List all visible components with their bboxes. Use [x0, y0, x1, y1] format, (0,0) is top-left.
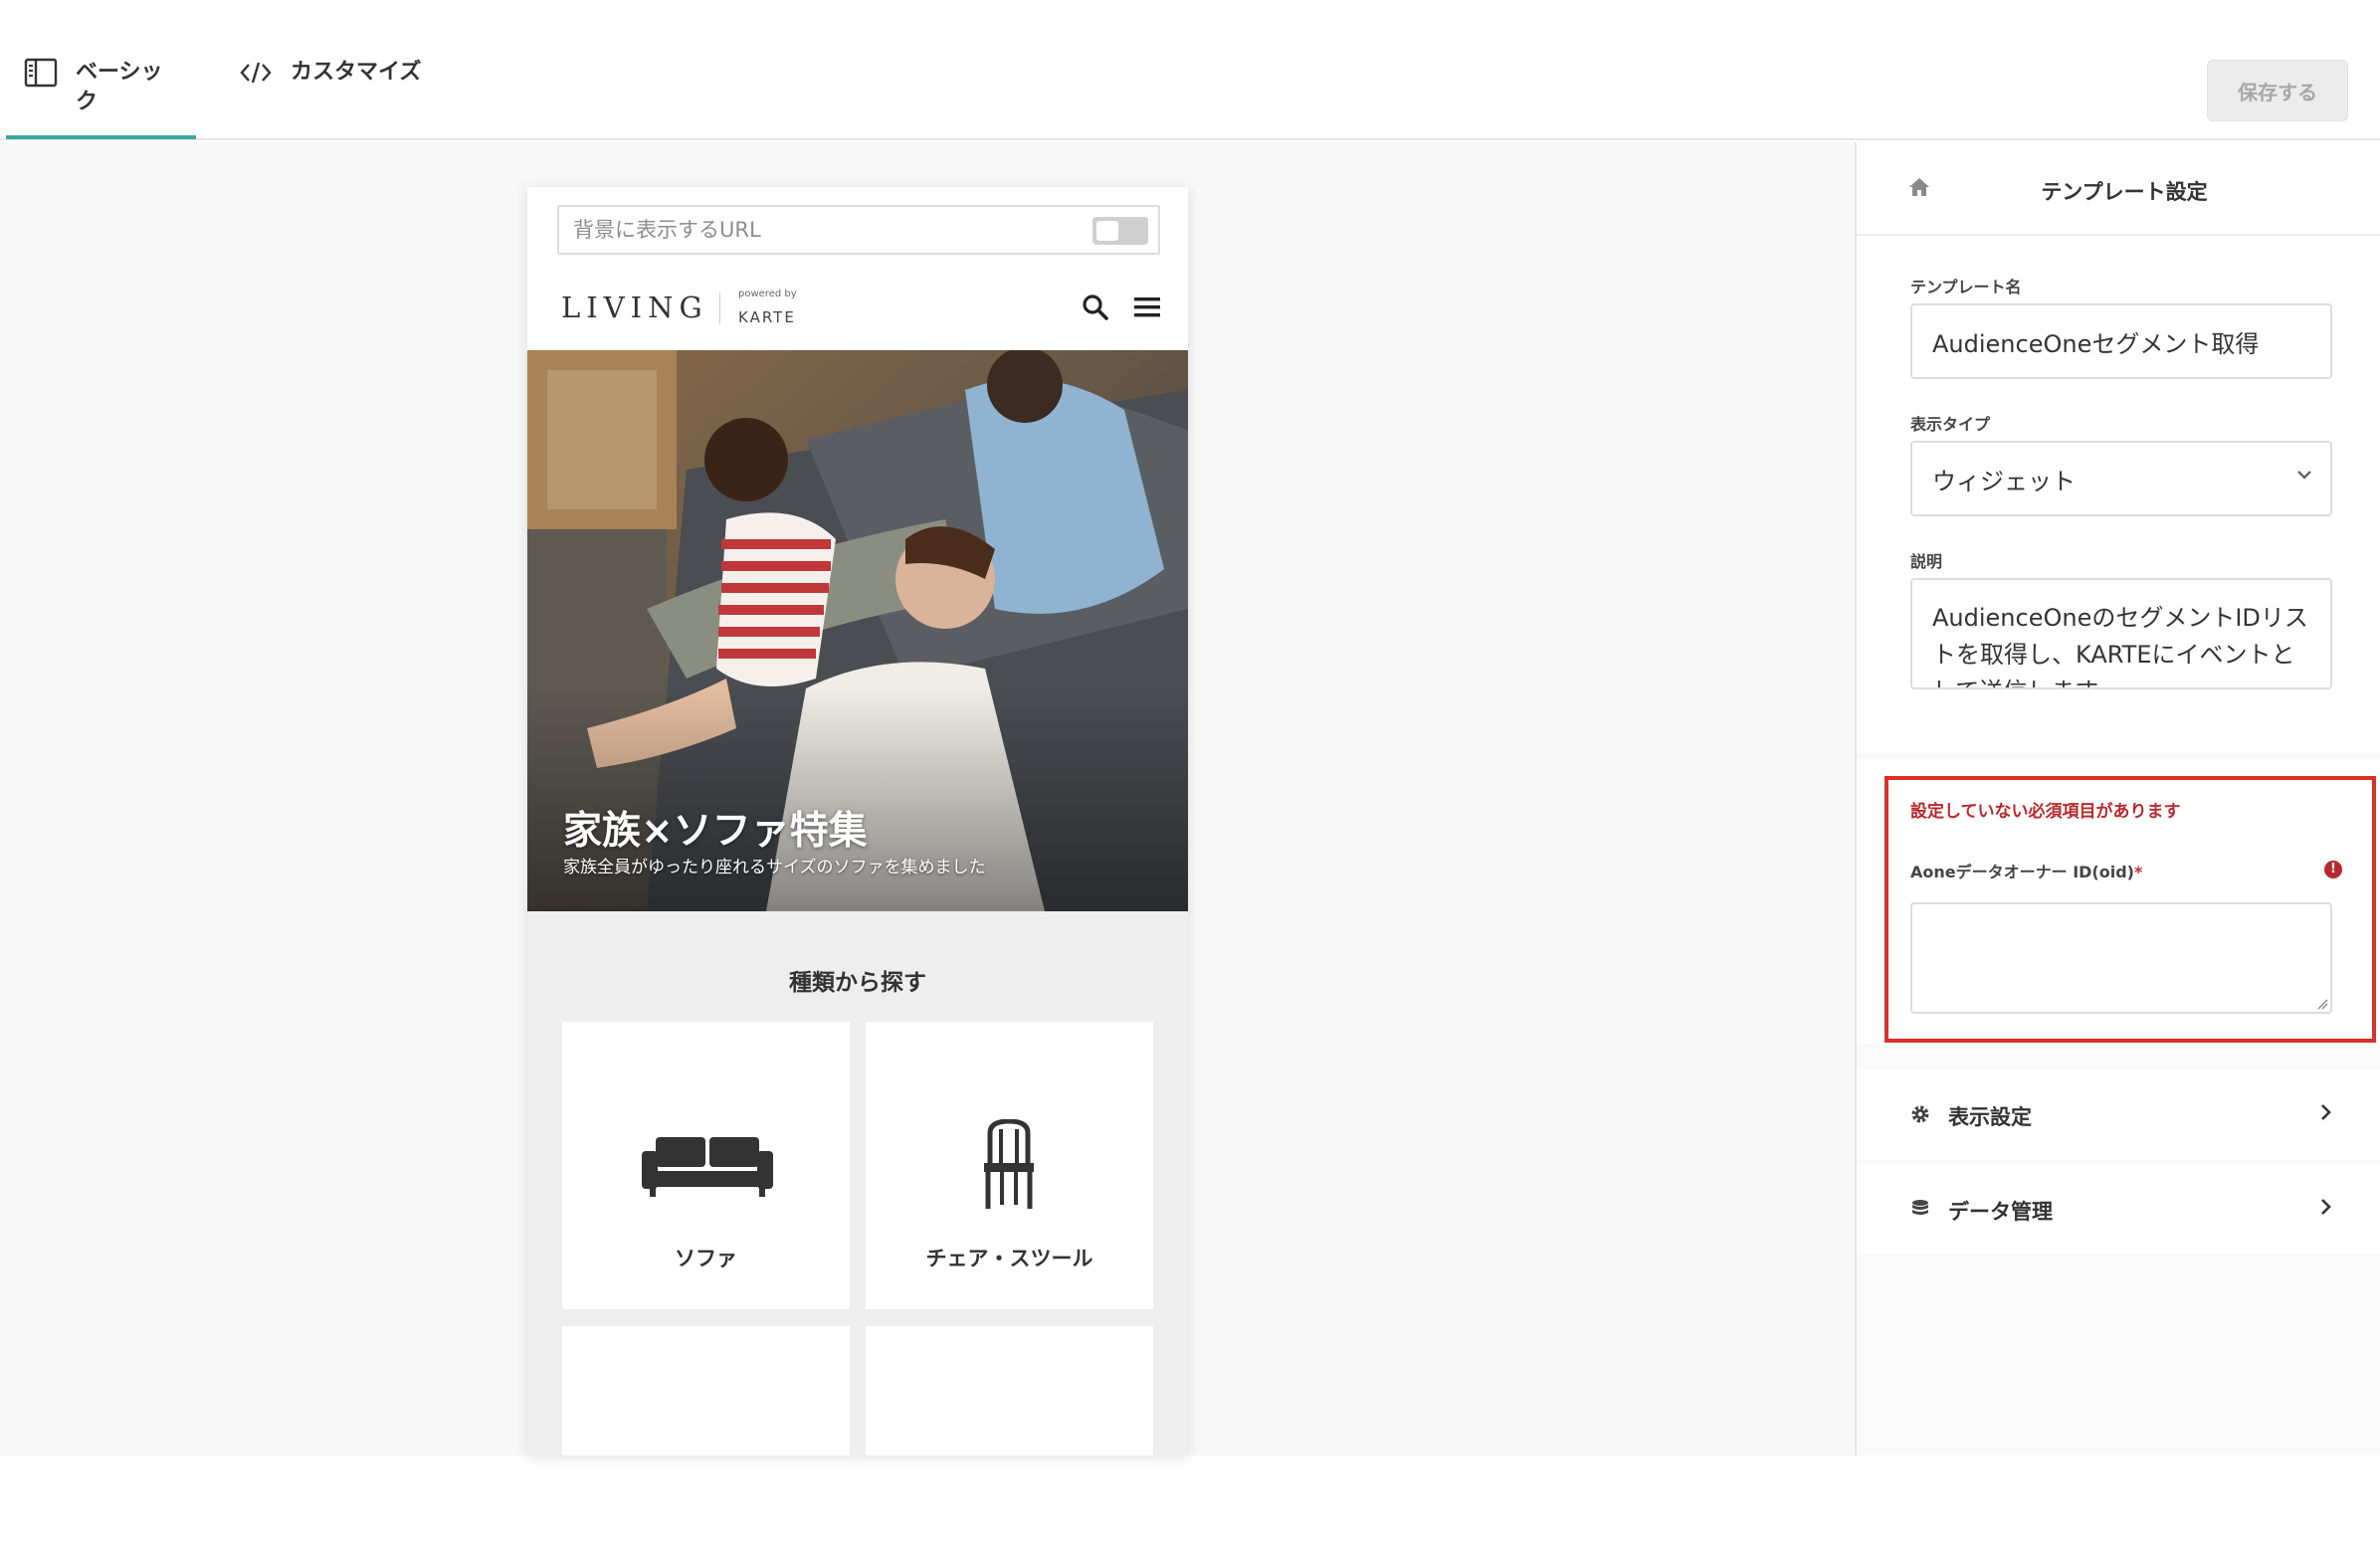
logo-divider — [719, 292, 720, 324]
chevron-right-icon — [2321, 1199, 2331, 1215]
mobile-preview: LIVING powered by KARTE — [527, 187, 1188, 1455]
error-icon: ! — [2324, 861, 2342, 878]
background-url-input[interactable] — [559, 207, 1077, 253]
template-name-input[interactable] — [1912, 305, 2330, 377]
background-url-toggle[interactable] — [1092, 217, 1148, 245]
category-card[interactable] — [562, 1326, 850, 1455]
tab-basic-label: ベーシック — [76, 60, 163, 114]
karte-brand: KARTE — [738, 308, 796, 326]
background-url-bar — [557, 205, 1160, 255]
gear-icon — [1911, 1105, 1929, 1123]
category-card[interactable] — [866, 1326, 1153, 1455]
chevron-right-icon — [2321, 1104, 2331, 1120]
preview-canvas: LIVING powered by KARTE — [0, 142, 1855, 1455]
save-button[interactable]: 保存する — [2207, 60, 2348, 121]
display-settings-label: 表示設定 — [1948, 1105, 2032, 1129]
search-icon[interactable] — [1081, 292, 1110, 322]
description-label: 説明 — [1910, 552, 1943, 571]
tab-basic[interactable]: ベーシック — [6, 58, 196, 139]
panel-title: テンプレート設定 — [2041, 180, 2208, 204]
required-asterisk: * — [2133, 863, 2143, 881]
hero-banner[interactable]: 家族×ソファ特集 家族全員がゆったり座れるサイズのソファを集めました — [527, 350, 1188, 911]
database-icon — [1912, 1200, 1928, 1215]
hero-title: 家族×ソファ特集 — [563, 809, 868, 854]
display-type-value: ウィジェット — [1932, 467, 2076, 495]
category-label: チェア・スツール — [925, 1247, 1093, 1270]
template-name-field — [1910, 303, 2332, 379]
site-header: LIVING powered by KARTE — [527, 271, 1188, 350]
template-settings-panel: テンプレート設定 テンプレート名 表示タイプ ウィジェット 説明 Audienc… — [1855, 142, 2380, 1455]
required-warning-message: 設定していない必須項目があります — [1910, 802, 2181, 822]
sofa-icon — [642, 1137, 773, 1197]
aone-oid-label: Aoneデータオーナー ID(oid)* — [1910, 859, 2142, 882]
chevron-down-icon — [2297, 471, 2311, 480]
code-brackets-icon — [239, 58, 273, 88]
aone-oid-label-text: Aoneデータオーナー ID(oid) — [1910, 863, 2134, 881]
category-label: ソファ — [675, 1247, 737, 1270]
category-card-sofa[interactable]: ソファ — [562, 1022, 850, 1309]
template-name-label: テンプレート名 — [1910, 278, 2022, 296]
resize-grip-icon[interactable] — [2316, 998, 2328, 1010]
chair-icon — [984, 1119, 1034, 1209]
category-card-chair[interactable]: チェア・スツール — [866, 1022, 1153, 1309]
hamburger-menu-icon[interactable] — [1132, 292, 1162, 322]
display-type-select[interactable]: ウィジェット — [1910, 441, 2332, 516]
display-settings-accordion[interactable]: 表示設定 — [1857, 1069, 2380, 1159]
data-management-label: データ管理 — [1948, 1200, 2053, 1224]
top-toolbar: ベーシック カスタマイズ 保存する — [0, 0, 2380, 140]
browse-section: 種類から探す ソファ チェア・スツール — [527, 911, 1188, 1455]
basic-settings-section: テンプレート名 表示タイプ ウィジェット 説明 AudienceOneのセグメン… — [1857, 236, 2380, 753]
description-field[interactable]: AudienceOneのセグメントIDリストを取得し、KARTEにイベントとして… — [1910, 578, 2332, 689]
data-management-accordion[interactable]: データ管理 — [1857, 1164, 2380, 1254]
panel-header: テンプレート設定 — [1857, 142, 2380, 236]
hero-subtitle: 家族全員がゆったり座れるサイズのソファを集めました — [563, 858, 986, 877]
powered-by-text: powered by — [738, 289, 797, 299]
tab-customize[interactable]: カスタマイズ — [221, 58, 439, 137]
browse-title: 種類から探す — [789, 970, 926, 996]
display-type-label: 表示タイプ — [1910, 415, 1991, 434]
sidebar-layout-icon — [24, 58, 58, 88]
site-logo: LIVING — [561, 291, 708, 324]
tab-customize-label: カスタマイズ — [291, 60, 422, 85]
required-fields-section: 設定していない必須項目があります Aoneデータオーナー ID(oid)* ! — [1857, 759, 2380, 1044]
aone-oid-input[interactable] — [1910, 902, 2332, 1014]
